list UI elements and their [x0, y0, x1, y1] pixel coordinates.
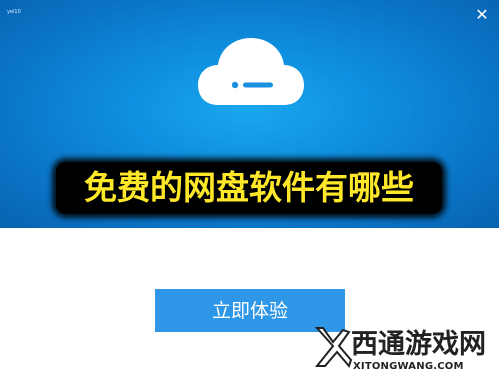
watermark-logo-icon	[314, 327, 353, 368]
watermark-name-cn: 西通游戏网	[351, 329, 486, 360]
window-title: yel10	[7, 9, 21, 15]
hero-banner: yel10 ✕ 免费的网盘软件有哪些	[0, 0, 499, 228]
close-icon: ✕	[475, 4, 489, 24]
headline-box: 免费的网盘软件有哪些	[56, 162, 442, 214]
watermark: 西通游戏网 XITONGWANG.COM	[313, 318, 499, 377]
close-button[interactable]: ✕	[473, 4, 491, 24]
watermark-name-en: XITONGWANG.COM	[353, 361, 464, 372]
app-window: yel10 ✕ 免费的网盘软件有哪些 立即体验 西通游戏网 XITONGWANG…	[0, 0, 499, 377]
cloud-icon	[198, 38, 304, 105]
headline-text: 免费的网盘软件有哪些	[84, 168, 414, 207]
